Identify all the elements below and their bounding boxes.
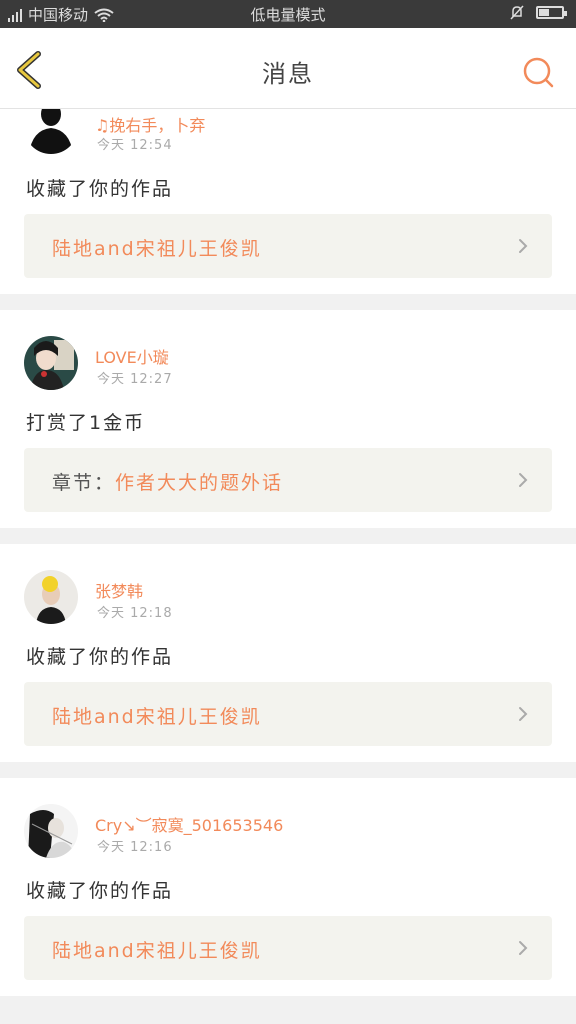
status-right — [510, 5, 567, 20]
message-action: 收藏了你的作品 — [26, 880, 174, 902]
page-title: 消息 — [262, 60, 314, 88]
chevron-right-icon — [519, 941, 528, 955]
message-time: 今天 12:27 — [97, 372, 173, 387]
message-time: 今天 12:54 — [97, 138, 173, 153]
search-icon[interactable] — [522, 56, 554, 88]
message-link[interactable]: 章节：作者大大的题外话 — [24, 448, 552, 512]
chevron-right-icon — [519, 239, 528, 253]
status-bar: 中国移动 低电量模式 — [0, 0, 576, 28]
divider — [0, 528, 576, 544]
avatar[interactable] — [24, 570, 78, 624]
message-link-text: 陆地and宋祖儿王俊凯 — [52, 706, 262, 728]
message-action: 打赏了1金币 — [26, 412, 146, 434]
message-time: 今天 12:18 — [97, 606, 173, 621]
divider — [0, 294, 576, 310]
divider — [0, 996, 576, 1012]
message-action: 收藏了你的作品 — [26, 646, 174, 668]
message-card: Cry↘︶寂寞_501653546 今天 12:16 收藏了你的作品 陆地and… — [0, 778, 576, 996]
message-link-text: 章节：作者大大的题外话 — [52, 472, 284, 494]
low-power-mode-label: 低电量模式 — [250, 6, 326, 24]
battery-icon — [536, 6, 567, 19]
message-link-text: 陆地and宋祖儿王俊凯 — [52, 940, 262, 962]
page-header: 消息 — [0, 28, 576, 109]
divider — [0, 762, 576, 778]
message-card: 张梦韩 今天 12:18 收藏了你的作品 陆地and宋祖儿王俊凯 — [0, 544, 576, 762]
message-link-text: 陆地and宋祖儿王俊凯 — [52, 238, 262, 260]
message-username[interactable]: Cry↘︶寂寞_501653546 — [95, 812, 283, 836]
message-username[interactable]: ♫挽右手，卜弃 — [95, 112, 205, 136]
message-card: LOVE小璇 今天 12:27 打赏了1金币 章节：作者大大的题外话 — [0, 310, 576, 528]
chevron-right-icon — [519, 707, 528, 721]
message-card: ♫挽右手，卜弃 今天 12:54 收藏了你的作品 陆地and宋祖儿王俊凯 — [0, 100, 576, 294]
avatar[interactable] — [24, 804, 78, 858]
message-time: 今天 12:16 — [97, 840, 173, 855]
chevron-right-icon — [519, 473, 528, 487]
avatar[interactable] — [24, 336, 78, 390]
message-list: ♫挽右手，卜弃 今天 12:54 收藏了你的作品 陆地and宋祖儿王俊凯 LOV… — [0, 100, 576, 1012]
message-link[interactable]: 陆地and宋祖儿王俊凯 — [24, 214, 552, 278]
message-username[interactable]: 张梦韩 — [95, 578, 143, 602]
message-link[interactable]: 陆地and宋祖儿王俊凯 — [24, 916, 552, 980]
bell-muted-icon — [510, 5, 524, 20]
message-username[interactable]: LOVE小璇 — [95, 344, 169, 368]
message-action: 收藏了你的作品 — [26, 178, 174, 200]
message-link[interactable]: 陆地and宋祖儿王俊凯 — [24, 682, 552, 746]
